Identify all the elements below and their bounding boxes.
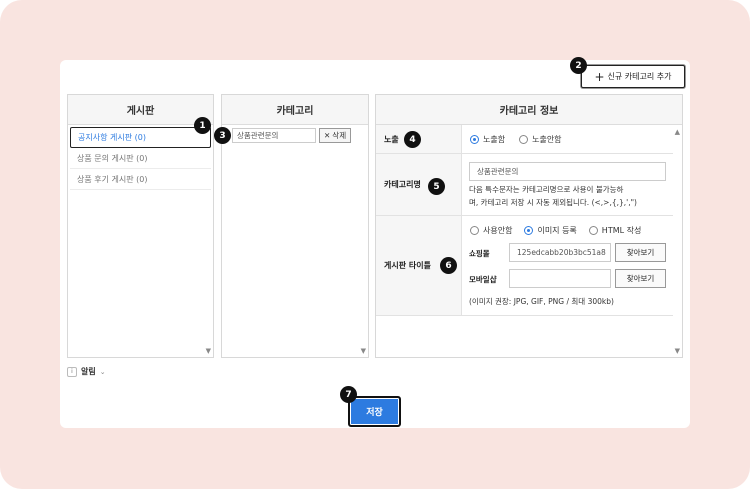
delete-label: 삭제 [332, 131, 347, 140]
close-icon: ✕ [324, 131, 331, 140]
step-badge-6: 6 [440, 257, 457, 274]
radio-checked-icon [524, 226, 534, 235]
exposure-show-radio[interactable]: 노출함 [470, 134, 505, 145]
title-image-radio[interactable]: 이미지 등록 [524, 225, 577, 236]
scroll-up-icon[interactable]: ▲ [675, 128, 680, 136]
step-badge-5: 5 [428, 178, 445, 195]
add-category-button[interactable]: + 신규 카테고리 추가 [581, 65, 685, 88]
scroll-down-icon[interactable]: ▼ [675, 347, 680, 355]
title-none-label: 사용안함 [483, 226, 513, 235]
category-name-input[interactable]: 상품관련문의 [469, 162, 666, 181]
step-badge-3: 3 [214, 127, 231, 144]
exposure-hide-label: 노출안함 [532, 135, 562, 144]
radio-unchecked-icon [470, 226, 479, 235]
mobile-find-button[interactable]: 찾아보기 [615, 269, 666, 288]
title-html-radio[interactable]: HTML 작성 [588, 225, 642, 236]
step-badge-2: 2 [570, 57, 587, 74]
mobile-image-input[interactable] [509, 269, 611, 288]
board-item-product-review[interactable]: 상품 후기 게시판 (0) [70, 169, 211, 190]
radio-unchecked-icon [588, 226, 598, 235]
category-name-note-line2: 며, 카테고리 저장 시 자동 제외됩니다. (<,>,{,},',") [469, 198, 637, 207]
category-name-label: 카테고리명 [376, 154, 462, 215]
shop-find-button[interactable]: 찾아보기 [615, 243, 666, 262]
category-info-title: 카테고리 정보 [376, 95, 682, 125]
title-none-radio[interactable]: 사용안함 [470, 225, 512, 236]
radio-checked-icon [470, 135, 479, 144]
title-html-label: HTML 작성 [601, 226, 642, 235]
save-button[interactable]: 저장 [348, 396, 401, 427]
info-icon: i [67, 366, 77, 377]
add-category-label: 신규 카테고리 추가 [607, 72, 672, 81]
category-name-note-line1: 다음 특수문자는 카테고리명으로 사용이 불가능하 [469, 185, 624, 194]
shop-image-input[interactable]: 125edcabb20b3bc51a8 [509, 243, 611, 262]
image-guideline-note: (이미지 권장: JPG, GIF, PNG / 최대 300kb) [469, 297, 614, 306]
exposure-hide-radio[interactable]: 노출안함 [519, 134, 562, 145]
help-toggle[interactable]: i 알림 ⌄ [67, 366, 106, 377]
board-panel-title: 게시판 [68, 95, 213, 125]
step-badge-4: 4 [404, 131, 421, 148]
plus-icon: + [594, 69, 605, 84]
category-item: 상품관련문의 ✕ 삭제 [232, 128, 352, 143]
shop-label: 쇼핑몰 [469, 249, 490, 258]
board-panel: 게시판 공지사항 게시판 (0) 상품 문의 게시판 (0) 상품 후기 게시판… [67, 94, 214, 358]
title-image-label: 이미지 등록 [537, 226, 577, 235]
category-name-field[interactable]: 상품관련문의 [232, 128, 316, 143]
radio-unchecked-icon [519, 135, 529, 144]
scroll-down-icon[interactable]: ▼ [206, 347, 211, 355]
exposure-show-label: 노출함 [483, 135, 506, 144]
step-badge-7: 7 [340, 386, 357, 403]
help-label: 알림 [81, 367, 96, 376]
step-badge-1: 1 [194, 117, 211, 134]
board-item-notice[interactable]: 공지사항 게시판 (0) [70, 127, 211, 148]
category-panel-title: 카테고리 [222, 95, 368, 125]
mobile-label: 모바일샵 [469, 275, 497, 284]
scroll-down-icon[interactable]: ▼ [361, 347, 366, 355]
board-item-product-inquiry[interactable]: 상품 문의 게시판 (0) [70, 148, 211, 169]
delete-category-button[interactable]: ✕ 삭제 [319, 128, 352, 143]
category-name-note: 다음 특수문자는 카테고리명으로 사용이 불가능하 며, 카테고리 저장 시 자… [469, 183, 669, 209]
chevron-down-icon: ⌄ [99, 367, 106, 376]
